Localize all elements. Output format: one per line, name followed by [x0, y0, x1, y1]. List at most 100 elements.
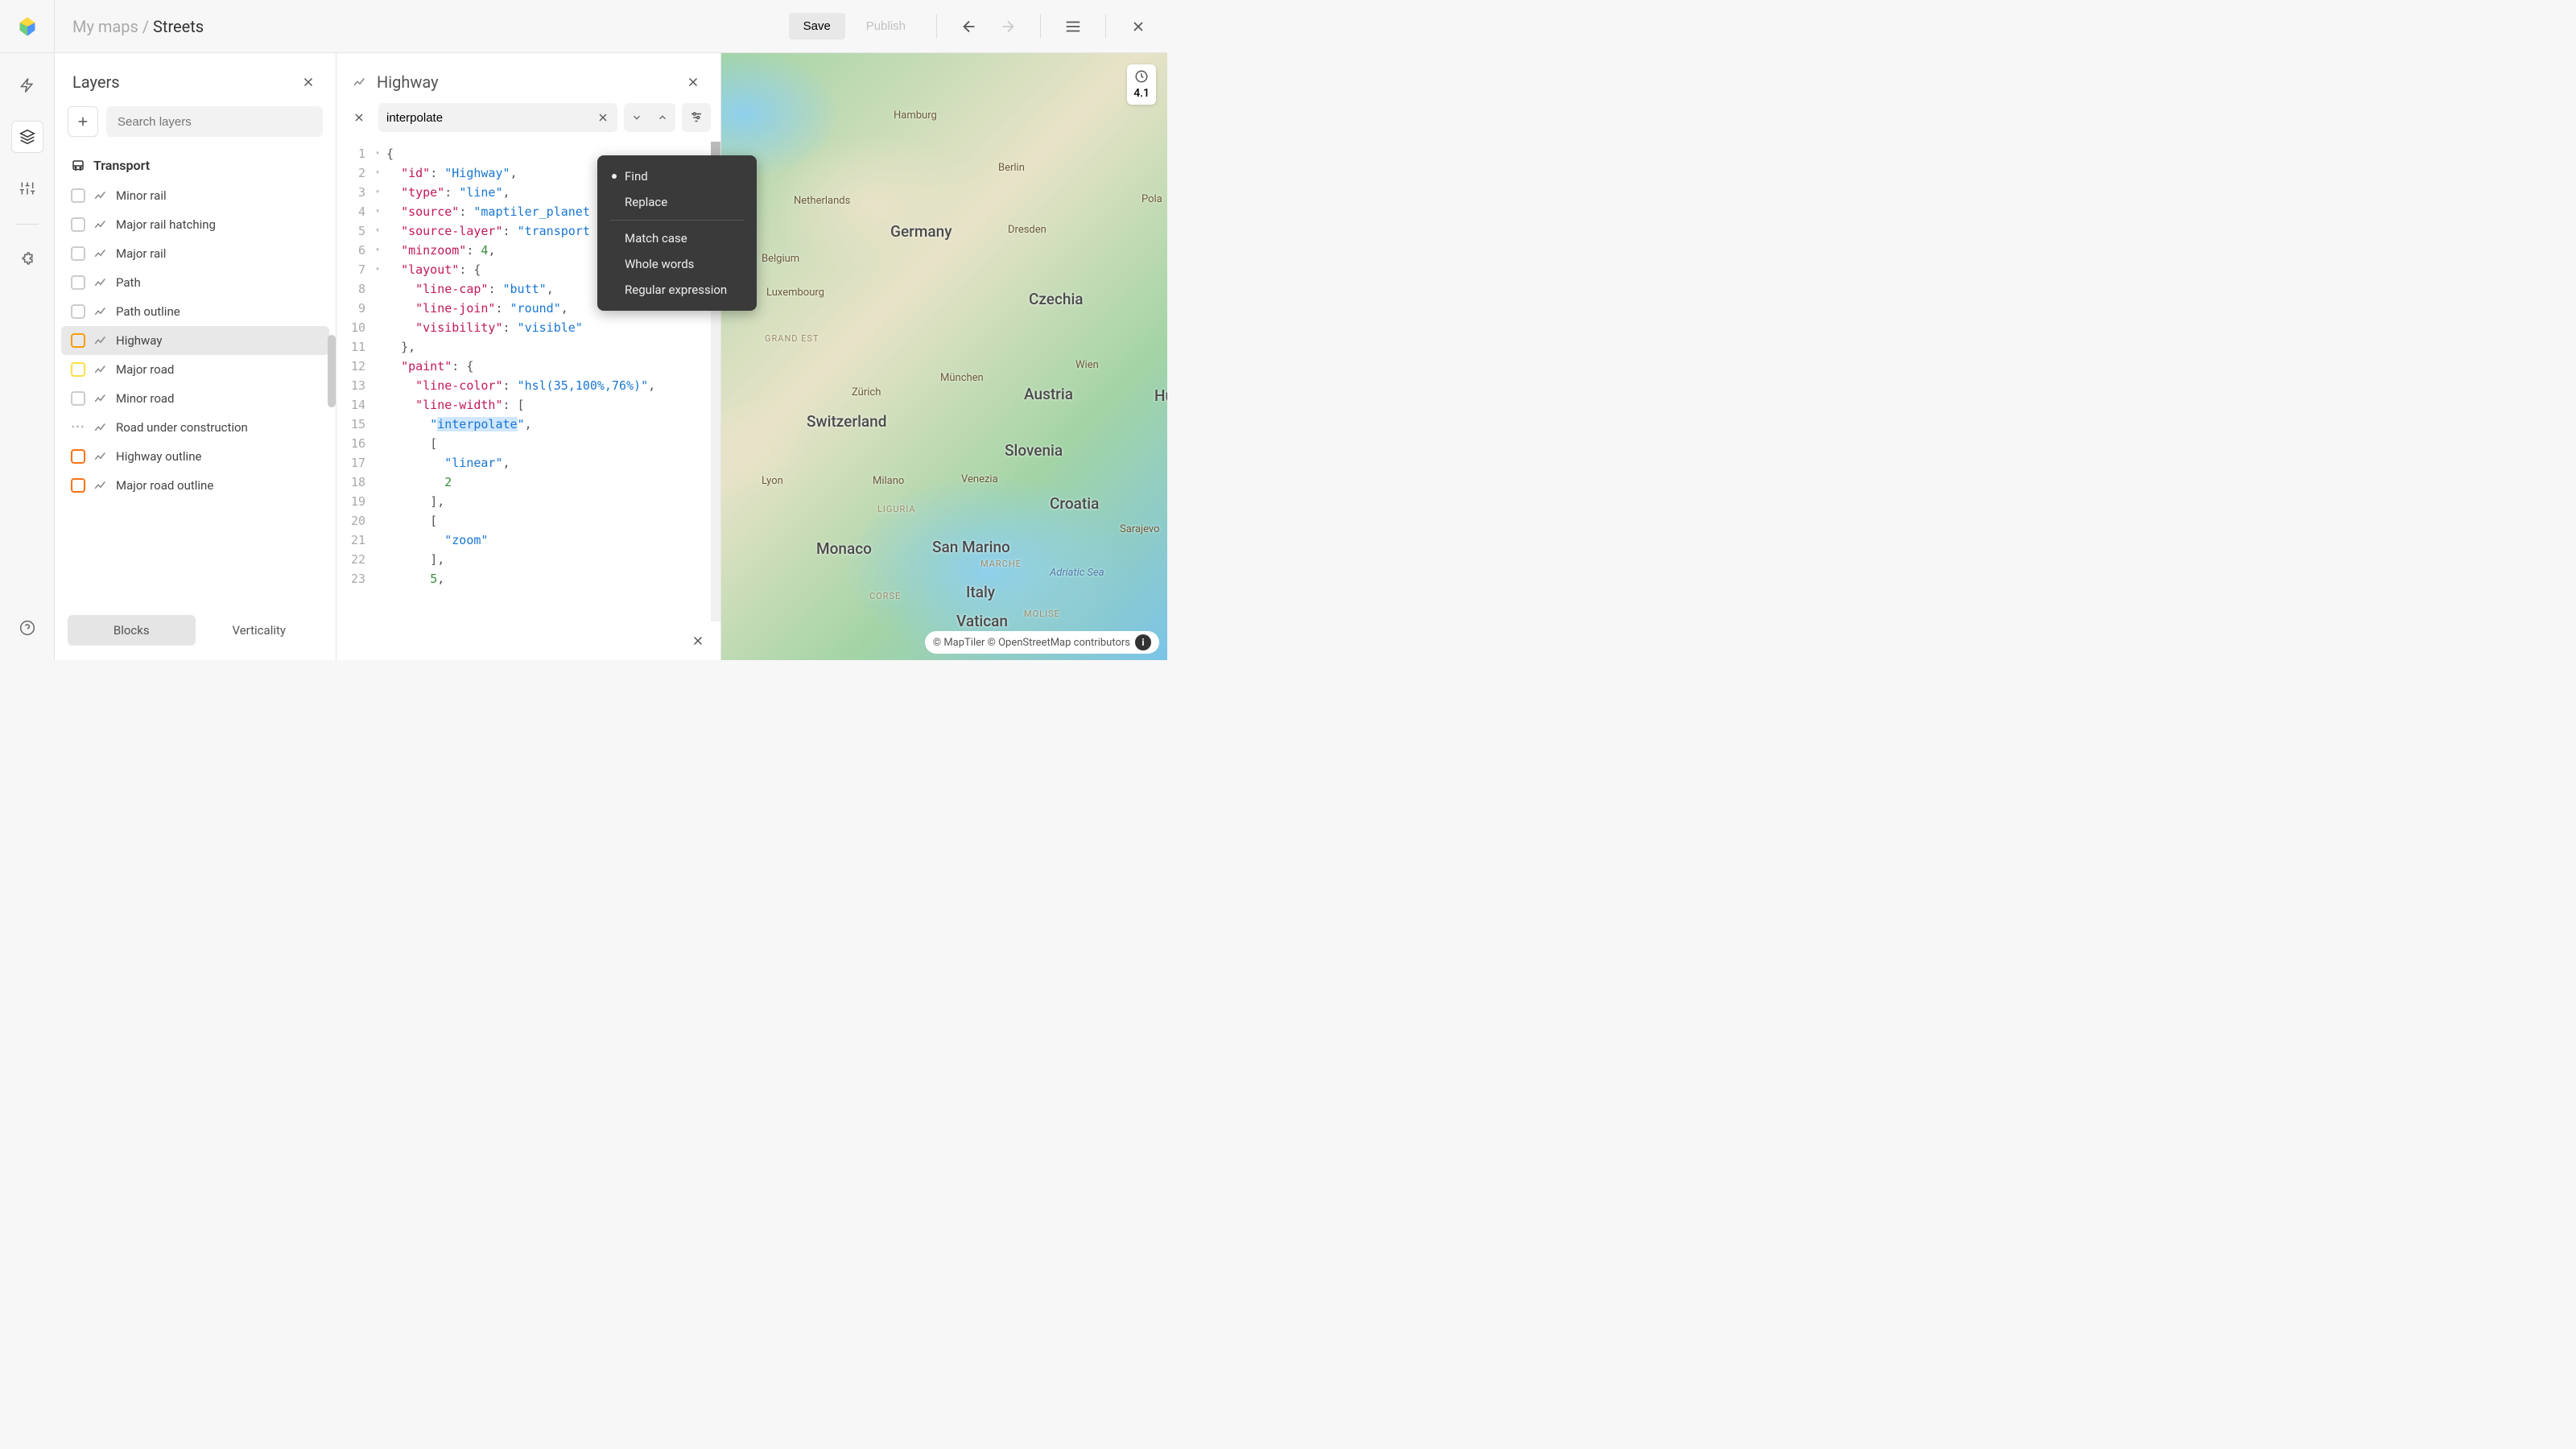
layer-item[interactable]: Major road [61, 355, 329, 384]
find-bar [336, 103, 720, 142]
layers-icon [19, 129, 35, 145]
layer-visibility-checkbox[interactable] [71, 362, 85, 377]
find-settings-button[interactable] [682, 103, 711, 132]
ctx-regex[interactable]: Regular expression [597, 277, 757, 303]
layer-label: Path outline [116, 304, 180, 319]
line-chart-icon [353, 75, 367, 89]
rail-help[interactable] [11, 612, 43, 644]
tab-verticality[interactable]: Verticality [196, 615, 324, 646]
info-icon[interactable]: i [1135, 634, 1151, 650]
close-icon [597, 111, 609, 124]
save-button[interactable]: Save [789, 13, 845, 39]
fold-column: ▾▾▾▾▾▾▾ [375, 142, 386, 621]
map-label: Netherlands [794, 195, 850, 207]
map-label: Hu [1154, 386, 1167, 405]
forward-button[interactable] [992, 10, 1024, 43]
map-label: CORSE [869, 591, 901, 601]
map-label: Belgium [762, 253, 799, 265]
line-chart-icon [93, 217, 108, 232]
map-label: Berlin [998, 162, 1025, 174]
map-label: San Marino [932, 538, 1010, 556]
tab-blocks[interactable]: Blocks [68, 615, 196, 646]
layer-item[interactable]: Minor road [61, 384, 329, 413]
line-chart-icon [93, 188, 108, 203]
app-logo[interactable] [0, 0, 55, 53]
publish-button[interactable]: Publish [852, 13, 920, 39]
map-label: Slovenia [1005, 441, 1063, 460]
layer-visibility-checkbox[interactable] [71, 449, 85, 464]
map-label: LIGURIA [877, 504, 916, 514]
layers-panel: Layers Transport Minor railMajor rail ha… [55, 53, 336, 660]
ctx-find[interactable]: Find [597, 163, 757, 189]
layer-item[interactable]: Major rail [61, 239, 329, 268]
close-code-panel[interactable] [683, 72, 703, 92]
map-label: Wien [1075, 359, 1099, 371]
layer-visibility-checkbox[interactable] [71, 333, 85, 348]
ctx-match-case[interactable]: Match case [597, 225, 757, 251]
layer-list[interactable]: Transport Minor railMajor rail hatchingM… [55, 150, 336, 605]
ctx-replace[interactable]: Replace [597, 189, 757, 215]
layer-item[interactable]: •••Road under construction [61, 413, 329, 442]
layer-visibility-checkbox[interactable] [71, 275, 85, 290]
layer-visibility-checkbox[interactable] [71, 391, 85, 406]
map-canvas[interactable]: NetherlandsBelgiumLuxembourgHamburgBerli… [721, 53, 1167, 660]
map-label: Czechia [1029, 290, 1084, 308]
lightning-icon [19, 77, 35, 93]
layer-visibility-checkbox[interactable] [71, 478, 85, 493]
find-next-button[interactable] [624, 103, 650, 132]
layer-label: Major road [116, 362, 174, 377]
zoom-indicator[interactable]: 4.1 [1127, 64, 1156, 105]
find-nav [624, 103, 675, 132]
close-layers-panel[interactable] [299, 72, 318, 92]
layer-item[interactable]: Minor rail [61, 181, 329, 210]
code-footer [336, 621, 720, 660]
map-attribution[interactable]: © MapTiler © OpenStreetMap contributors … [925, 631, 1159, 654]
map-label: Pola [1141, 193, 1162, 205]
layer-group-header[interactable]: Transport [61, 150, 329, 181]
map-label: Vatican [956, 612, 1008, 630]
rail-settings[interactable] [11, 172, 43, 204]
layer-visibility-checkbox[interactable] [71, 188, 85, 203]
map-label: Dresden [1008, 224, 1046, 236]
layer-item[interactable]: Highway outline [61, 442, 329, 471]
rail-extensions[interactable] [11, 244, 43, 276]
map-label: Austria [1024, 385, 1073, 403]
chevron-down-icon [631, 112, 642, 123]
layer-item[interactable]: Path [61, 268, 329, 297]
clear-find-button[interactable] [597, 111, 609, 124]
layer-visibility-checkbox[interactable] [71, 246, 85, 261]
line-chart-icon [93, 275, 108, 290]
layer-visibility-checkbox[interactable] [71, 304, 85, 319]
layer-item[interactable]: Path outline [61, 297, 329, 326]
menu-button[interactable] [1057, 10, 1089, 43]
left-rail [0, 53, 55, 660]
layer-item[interactable]: Major rail hatching [61, 210, 329, 239]
line-chart-icon [93, 420, 108, 435]
line-chart-icon [93, 333, 108, 348]
layers-scrollbar[interactable] [328, 335, 336, 407]
ctx-whole-words[interactable]: Whole words [597, 251, 757, 277]
search-layers-input[interactable] [106, 106, 323, 137]
close-find-button[interactable] [346, 105, 372, 130]
close-window-button[interactable] [1122, 10, 1154, 43]
map-label: Monaco [816, 539, 872, 558]
rail-layers[interactable] [11, 121, 43, 153]
layer-item[interactable]: Highway [61, 326, 329, 355]
layer-item[interactable]: Major road outline [61, 471, 329, 500]
add-layer-button[interactable] [68, 106, 98, 137]
layer-visibility-checkbox[interactable] [71, 217, 85, 232]
back-button[interactable] [953, 10, 985, 43]
map-label: Lyon [762, 475, 783, 487]
map-label: Venezia [961, 473, 998, 485]
map-label: MOLISE [1024, 609, 1060, 619]
logo-icon [16, 15, 39, 38]
layers-search-row [55, 106, 336, 150]
breadcrumb-root[interactable]: My maps [72, 17, 138, 36]
line-chart-icon [93, 478, 108, 493]
layer-label: Path [116, 275, 141, 290]
find-prev-button[interactable] [650, 103, 675, 132]
find-input[interactable] [386, 111, 597, 125]
rail-lightning[interactable] [11, 69, 43, 101]
close-code-footer[interactable] [688, 631, 708, 650]
map-label: München [940, 372, 984, 384]
